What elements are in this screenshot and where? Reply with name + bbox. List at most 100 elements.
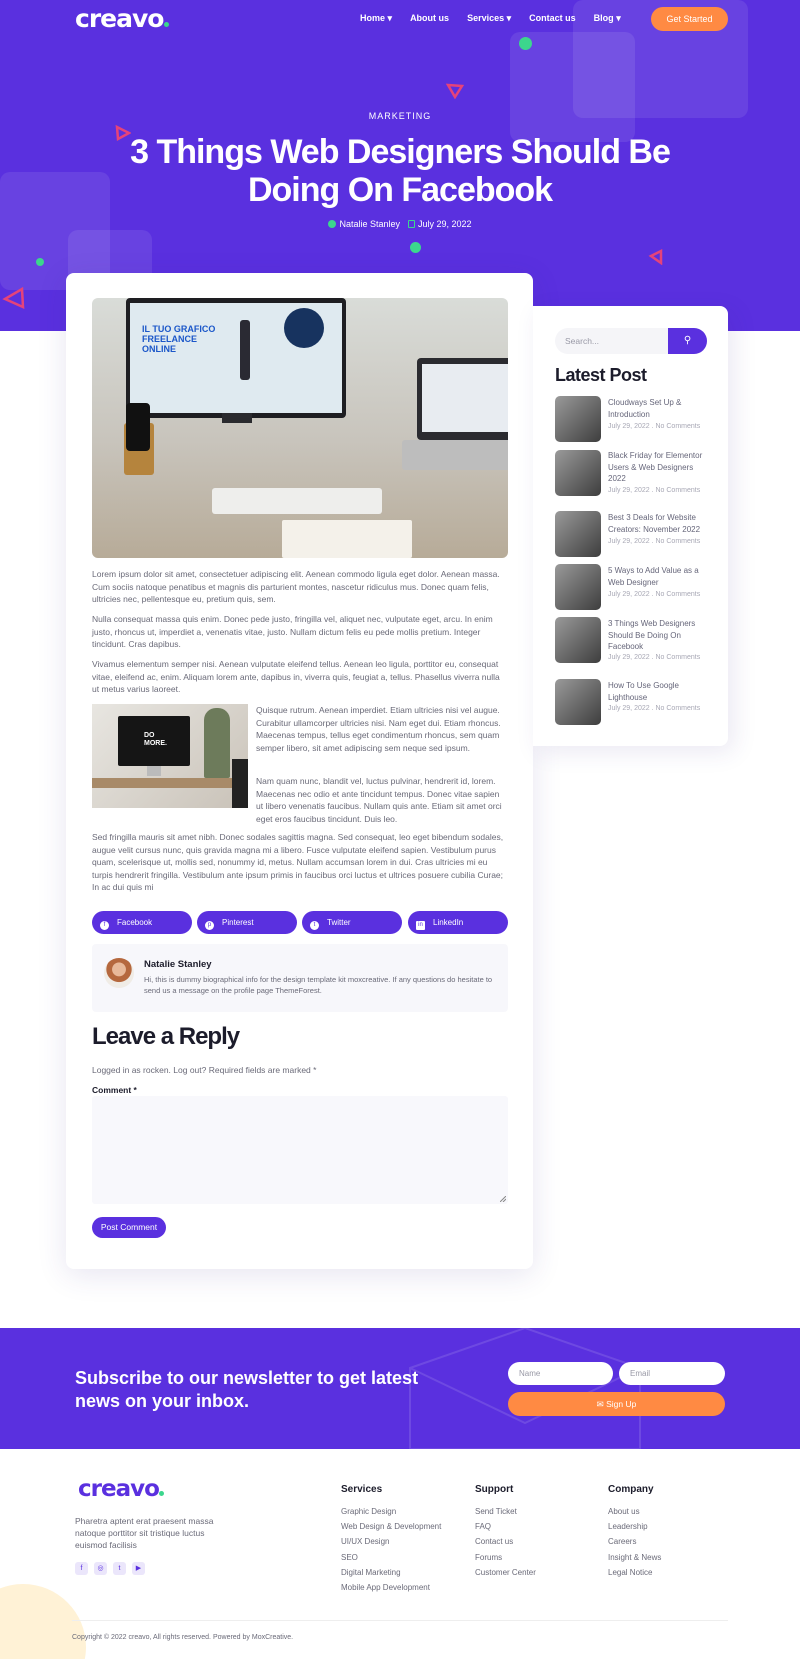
post-thumbnail[interactable] <box>555 396 601 442</box>
nav-item-about[interactable]: About us <box>410 13 449 24</box>
chevron-down-icon: ▾ <box>387 13 393 23</box>
footer-link[interactable]: Insight & News <box>608 1553 661 1562</box>
get-started-button[interactable]: Get Started <box>651 7 728 31</box>
plant-graphic <box>204 708 230 778</box>
resize-handle-icon <box>500 1196 506 1202</box>
post-thumbnail[interactable] <box>555 564 601 610</box>
calendar-icon <box>408 220 415 228</box>
twitter-icon[interactable]: t <box>113 1562 126 1575</box>
latest-post-title[interactable]: Black Friday for Elementor Users & Web D… <box>608 450 703 485</box>
comment-textarea[interactable] <box>92 1096 508 1204</box>
footer-link[interactable]: Mobile App Development <box>341 1583 430 1592</box>
latest-post-title[interactable]: 3 Things Web Designers Should Be Doing O… <box>608 618 703 653</box>
footer-description: Pharetra aptent erat praesent massa nato… <box>75 1516 214 1550</box>
nav-item-contact[interactable]: Contact us <box>529 13 576 24</box>
author-name[interactable]: Natalie Stanley <box>144 959 212 970</box>
footer-link[interactable]: FAQ <box>475 1522 491 1531</box>
site-logo[interactable]: creavo <box>75 4 170 33</box>
footer-link[interactable]: Leadership <box>608 1522 648 1531</box>
laptop-base <box>402 440 508 470</box>
desk-graphic <box>92 778 248 788</box>
youtube-icon[interactable]: ▶ <box>132 1562 145 1575</box>
post-thumbnail[interactable] <box>555 511 601 557</box>
post-author[interactable]: Natalie Stanley <box>339 219 400 229</box>
nav-item-home[interactable]: Home ▾ <box>360 13 392 24</box>
share-facebook-button[interactable]: f Facebook <box>92 911 192 934</box>
latest-post-meta: July 29, 2022 . No Comments <box>608 423 701 430</box>
linkedin-icon: in <box>416 921 425 930</box>
latest-post-title[interactable]: How To Use Google Lighthouse <box>608 680 703 703</box>
post-thumbnail[interactable] <box>555 617 601 663</box>
footer-link[interactable]: Graphic Design <box>341 1507 396 1516</box>
footer-link[interactable]: Careers <box>608 1537 636 1546</box>
nav-label: Home <box>360 13 386 23</box>
footer-link[interactable]: Send Ticket <box>475 1507 517 1516</box>
imac-screen-text: DO MORE. <box>144 732 167 747</box>
post-category[interactable]: MARKETING <box>0 111 800 121</box>
article-paragraph: Lorem ipsum dolor sit amet, consectetuer… <box>92 569 500 604</box>
post-comment-button[interactable]: Post Comment <box>92 1217 166 1238</box>
nav-item-blog[interactable]: Blog ▾ <box>594 13 621 24</box>
search-input[interactable]: Search... <box>555 328 668 354</box>
nav-label: Services <box>467 13 505 23</box>
footer-link[interactable]: About us <box>608 1507 640 1516</box>
footer-link[interactable]: Legal Notice <box>608 1568 652 1577</box>
post-thumbnail[interactable] <box>555 679 601 725</box>
footer-heading-support: Support <box>475 1484 514 1495</box>
screen-circle <box>284 308 324 348</box>
keyboard-graphic <box>212 488 382 514</box>
inline-image: DO MORE. <box>92 704 248 808</box>
share-label: Facebook <box>117 918 153 927</box>
article-paragraph: Nam quam nunc, blandit vel, luctus pulvi… <box>256 776 502 824</box>
footer-link[interactable]: SEO <box>341 1553 358 1562</box>
facebook-icon[interactable]: f <box>75 1562 88 1575</box>
article-paragraph: Sed fringilla mauris sit amet nibh. Done… <box>92 832 504 892</box>
article-paragraph: Vivamus elementum semper nisi. Aenean vu… <box>92 659 500 694</box>
latest-post-title[interactable]: 5 Ways to Add Value as a Web Designer <box>608 565 703 588</box>
chevron-down-icon: ▾ <box>506 13 512 23</box>
author-bio: Hi, this is dummy biographical info for … <box>144 975 493 995</box>
nav-item-services[interactable]: Services ▾ <box>467 13 511 24</box>
comment-label: Comment * <box>92 1085 137 1095</box>
footer-link[interactable]: UI/UX Design <box>341 1537 389 1546</box>
sign-up-button[interactable]: ✉ Sign Up <box>508 1392 725 1416</box>
share-pinterest-button[interactable]: p Pinterest <box>197 911 297 934</box>
newsletter-name-input[interactable]: Name <box>508 1362 613 1385</box>
decor-dot <box>410 242 421 253</box>
latest-post-meta: July 29, 2022 . No Comments <box>608 705 701 712</box>
post-thumbnail[interactable] <box>555 450 601 496</box>
instagram-icon[interactable]: ◎ <box>94 1562 107 1575</box>
latest-post-meta: July 29, 2022 . No Comments <box>608 487 701 494</box>
search-button[interactable]: ⚲ <box>668 328 707 354</box>
share-twitter-button[interactable]: t Twitter <box>302 911 402 934</box>
footer-link[interactable]: Customer Center <box>475 1568 536 1577</box>
footer-link[interactable]: Digital Marketing <box>341 1568 401 1577</box>
decor-dot <box>36 258 44 266</box>
sign-up-label: Sign Up <box>606 1399 637 1409</box>
imac-stand <box>147 766 161 776</box>
latest-post-title[interactable]: Cloudways Set Up & Introduction <box>608 397 703 420</box>
share-label: Pinterest <box>222 918 254 927</box>
latest-post-title[interactable]: Best 3 Deals for Website Creators: Novem… <box>608 512 703 535</box>
logged-in-note: Logged in as rocken. Log out? Required f… <box>92 1065 317 1075</box>
decor-triangle <box>648 249 663 265</box>
share-linkedin-button[interactable]: in LinkedIn <box>408 911 508 934</box>
footer-heading-company: Company <box>608 1484 654 1495</box>
laptop-screen <box>422 364 508 432</box>
author-box: Natalie Stanley Hi, this is dummy biogra… <box>92 944 508 1012</box>
share-label: LinkedIn <box>433 918 464 927</box>
monitor-stand <box>222 413 252 423</box>
post-date: July 29, 2022 <box>418 219 472 229</box>
top-navigation: creavo Home ▾ About us Services ▾ Contac… <box>0 0 800 38</box>
facebook-icon: f <box>100 921 109 930</box>
chevron-down-icon: ▾ <box>616 13 621 23</box>
footer-link[interactable]: Forums <box>475 1553 502 1562</box>
twitter-icon: t <box>310 921 319 930</box>
footer-link[interactable]: Web Design & Development <box>341 1522 441 1531</box>
envelope-decor-icon <box>409 1328 641 1449</box>
newsletter-email-input[interactable]: Email <box>619 1362 725 1385</box>
share-label: Twitter <box>327 918 351 927</box>
nav-label: Blog <box>593 13 614 23</box>
footer-link[interactable]: Contact us <box>475 1537 513 1546</box>
footer-logo[interactable]: creavo <box>78 1476 164 1502</box>
